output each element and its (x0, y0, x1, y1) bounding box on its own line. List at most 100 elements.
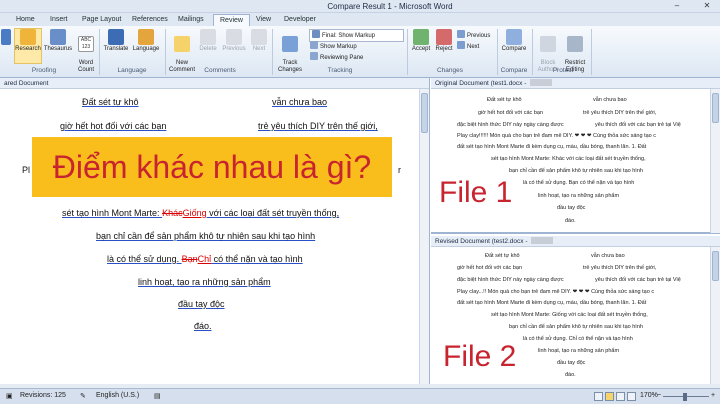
research-button[interactable]: Research (14, 28, 42, 64)
doc-text: đáo. (194, 321, 212, 331)
previous-arrow-icon (457, 30, 465, 38)
original-document-title: Original Document (test1.docx - (435, 80, 527, 87)
reviewing-pane-button[interactable]: Reviewing Pane (310, 52, 363, 63)
reject-label: Reject (435, 46, 453, 52)
tab-home[interactable]: Home (10, 14, 41, 26)
compared-document-header: ared Document (0, 78, 429, 89)
word-count-button[interactable]: ABC 123 Word Count (75, 29, 97, 74)
restrict-editing-icon (567, 36, 583, 52)
comments-group-label: Comments (204, 67, 236, 74)
spelling-button[interactable] (0, 29, 12, 46)
reviewing-pane-label: Reviewing Pane (320, 55, 364, 61)
translate-icon (108, 29, 124, 45)
tracking-group-label: Tracking (327, 67, 353, 74)
doc-text: Pl (22, 165, 31, 175)
next-comment-button[interactable]: Next (249, 29, 269, 53)
group-divider (407, 29, 408, 75)
next-comment-icon (251, 29, 267, 45)
ribbon-tabs: Home Insert Page Layout References Maili… (0, 13, 720, 26)
changes-group-label: Changes (436, 67, 464, 74)
previous-comment-button[interactable]: Previous (220, 29, 248, 53)
delete-comment-button[interactable]: Delete (197, 29, 219, 53)
full-screen-reading-view-button[interactable] (605, 392, 614, 401)
accept-label: Accept (411, 46, 431, 52)
doc-text: trẻ yêu thích DIY trên thế giới, (258, 121, 378, 131)
proofing-group-label: Proofing (31, 67, 57, 74)
next-change-button[interactable]: Next (457, 41, 479, 52)
doc-text: đầu tay độc (557, 360, 586, 366)
scrollbar-thumb[interactable] (712, 93, 719, 123)
macro-record-icon[interactable]: ▤ (154, 392, 161, 400)
vertical-scrollbar[interactable] (710, 89, 720, 233)
tab-developer[interactable]: Developer (278, 14, 322, 26)
doc-text: đất sét tạo hình Mont Marte đi kèm dụng … (457, 300, 647, 306)
next-arrow-icon (457, 41, 465, 49)
zoom-slider-thumb[interactable] (683, 393, 687, 401)
doc-text: trẻ yêu thích DIY trên thế giới, (583, 265, 657, 271)
deleted-text: Bạn (181, 254, 198, 264)
zoom-level[interactable]: 170% (640, 392, 658, 399)
tab-view[interactable]: View (250, 14, 277, 26)
revised-document-pane[interactable]: Revised Document (test2.docx - Đất sét t… (431, 236, 720, 384)
group-divider (272, 29, 273, 75)
doc-text: với các loại đất sét truyền thống, (206, 208, 340, 218)
language-button[interactable]: Language (131, 29, 161, 53)
print-layout-view-button[interactable] (594, 392, 603, 401)
deleted-text: Khác (162, 208, 183, 218)
web-layout-view-button[interactable] (616, 392, 625, 401)
previous-change-button[interactable]: Previous (457, 30, 490, 41)
doc-text: đáo. (565, 218, 576, 224)
tab-insert[interactable]: Insert (44, 14, 74, 26)
doc-text: linh hoạt, tạo ra những sản phẩm (138, 277, 271, 287)
thesaurus-button[interactable]: Thesaurus (43, 29, 73, 53)
doc-text: bạn chỉ cần để sản phẩm khô tự nhiên sau… (96, 231, 316, 241)
markup-icon (312, 30, 320, 38)
vertical-scrollbar[interactable] (419, 89, 429, 384)
tab-page-layout[interactable]: Page Layout (76, 14, 127, 26)
doc-text: linh hoạt, tạo ra những sản phẩm (538, 348, 620, 354)
doc-line: là có thể sử dụng. BạnChỉ có thể nặn và … (107, 254, 303, 264)
doc-text: là có thể sử dụng. (107, 254, 182, 264)
scrollbar-thumb[interactable] (712, 251, 719, 281)
show-markup-button[interactable]: Show Markup (310, 41, 357, 52)
doc-text: vẫn chưa bao (593, 97, 627, 103)
previous-change-label: Previous (467, 33, 491, 39)
close-button[interactable]: ✕ (698, 0, 716, 12)
tab-mailings[interactable]: Mailings (172, 14, 210, 26)
zoom-in-icon[interactable]: + (711, 392, 715, 399)
doc-text: có thể nặn và tạo hình (211, 254, 303, 264)
doc-text: linh hoạt, tạo ra những sản phẩm (538, 193, 620, 199)
word-count-icon: ABC 123 (78, 36, 94, 52)
translate-button[interactable]: Translate (102, 29, 130, 53)
doc-text: Đất sét tự khô (487, 97, 522, 103)
doc-text: sét tạo hình Mont Marte: (62, 208, 163, 218)
reject-button[interactable]: Reject (433, 29, 455, 53)
doc-text: r (398, 165, 401, 175)
doc-text: là có thể sử dụng. Chỉ có thể nặn và tạo… (523, 336, 633, 342)
accept-button[interactable]: Accept (410, 29, 432, 53)
doc-text: vẫn chưa bao (591, 253, 625, 259)
zoom-out-icon[interactable]: − (657, 392, 661, 399)
proofing-status-icon[interactable]: ✎ (80, 392, 86, 400)
tab-references[interactable]: References (126, 14, 174, 26)
doc-text: Đất sét tự khô (485, 253, 520, 259)
minimize-button[interactable]: – (668, 0, 686, 12)
revisions-count[interactable]: Revisions: 125 (20, 392, 66, 399)
compare-button[interactable]: Compare (500, 29, 528, 53)
accept-icon (413, 29, 429, 45)
block-authors-icon (540, 36, 556, 52)
tab-review[interactable]: Review (213, 14, 250, 26)
protect-group-label: Protect (552, 67, 574, 74)
original-document-pane[interactable]: Original Document (test1.docx - Đất sét … (431, 78, 720, 234)
doc-line: sét tạo hình Mont Marte: KhácGiống với c… (62, 208, 339, 218)
track-changes-label: Track Changes (277, 60, 303, 73)
language-status[interactable]: English (U.S.) (96, 392, 139, 399)
scrollbar-thumb[interactable] (421, 93, 428, 133)
title-bar: Compare Result 1 - Microsoft Word – ✕ (0, 0, 720, 13)
research-icon (20, 29, 36, 45)
doc-text: trẻ yêu thích DIY trên thế giới, (583, 110, 657, 116)
outline-view-button[interactable] (627, 392, 636, 401)
next-comment-label: Next (252, 46, 266, 52)
compared-document-pane[interactable]: ared Document Đất sét tự khô vẫn chưa ba… (0, 78, 430, 384)
vertical-scrollbar[interactable] (710, 247, 720, 384)
